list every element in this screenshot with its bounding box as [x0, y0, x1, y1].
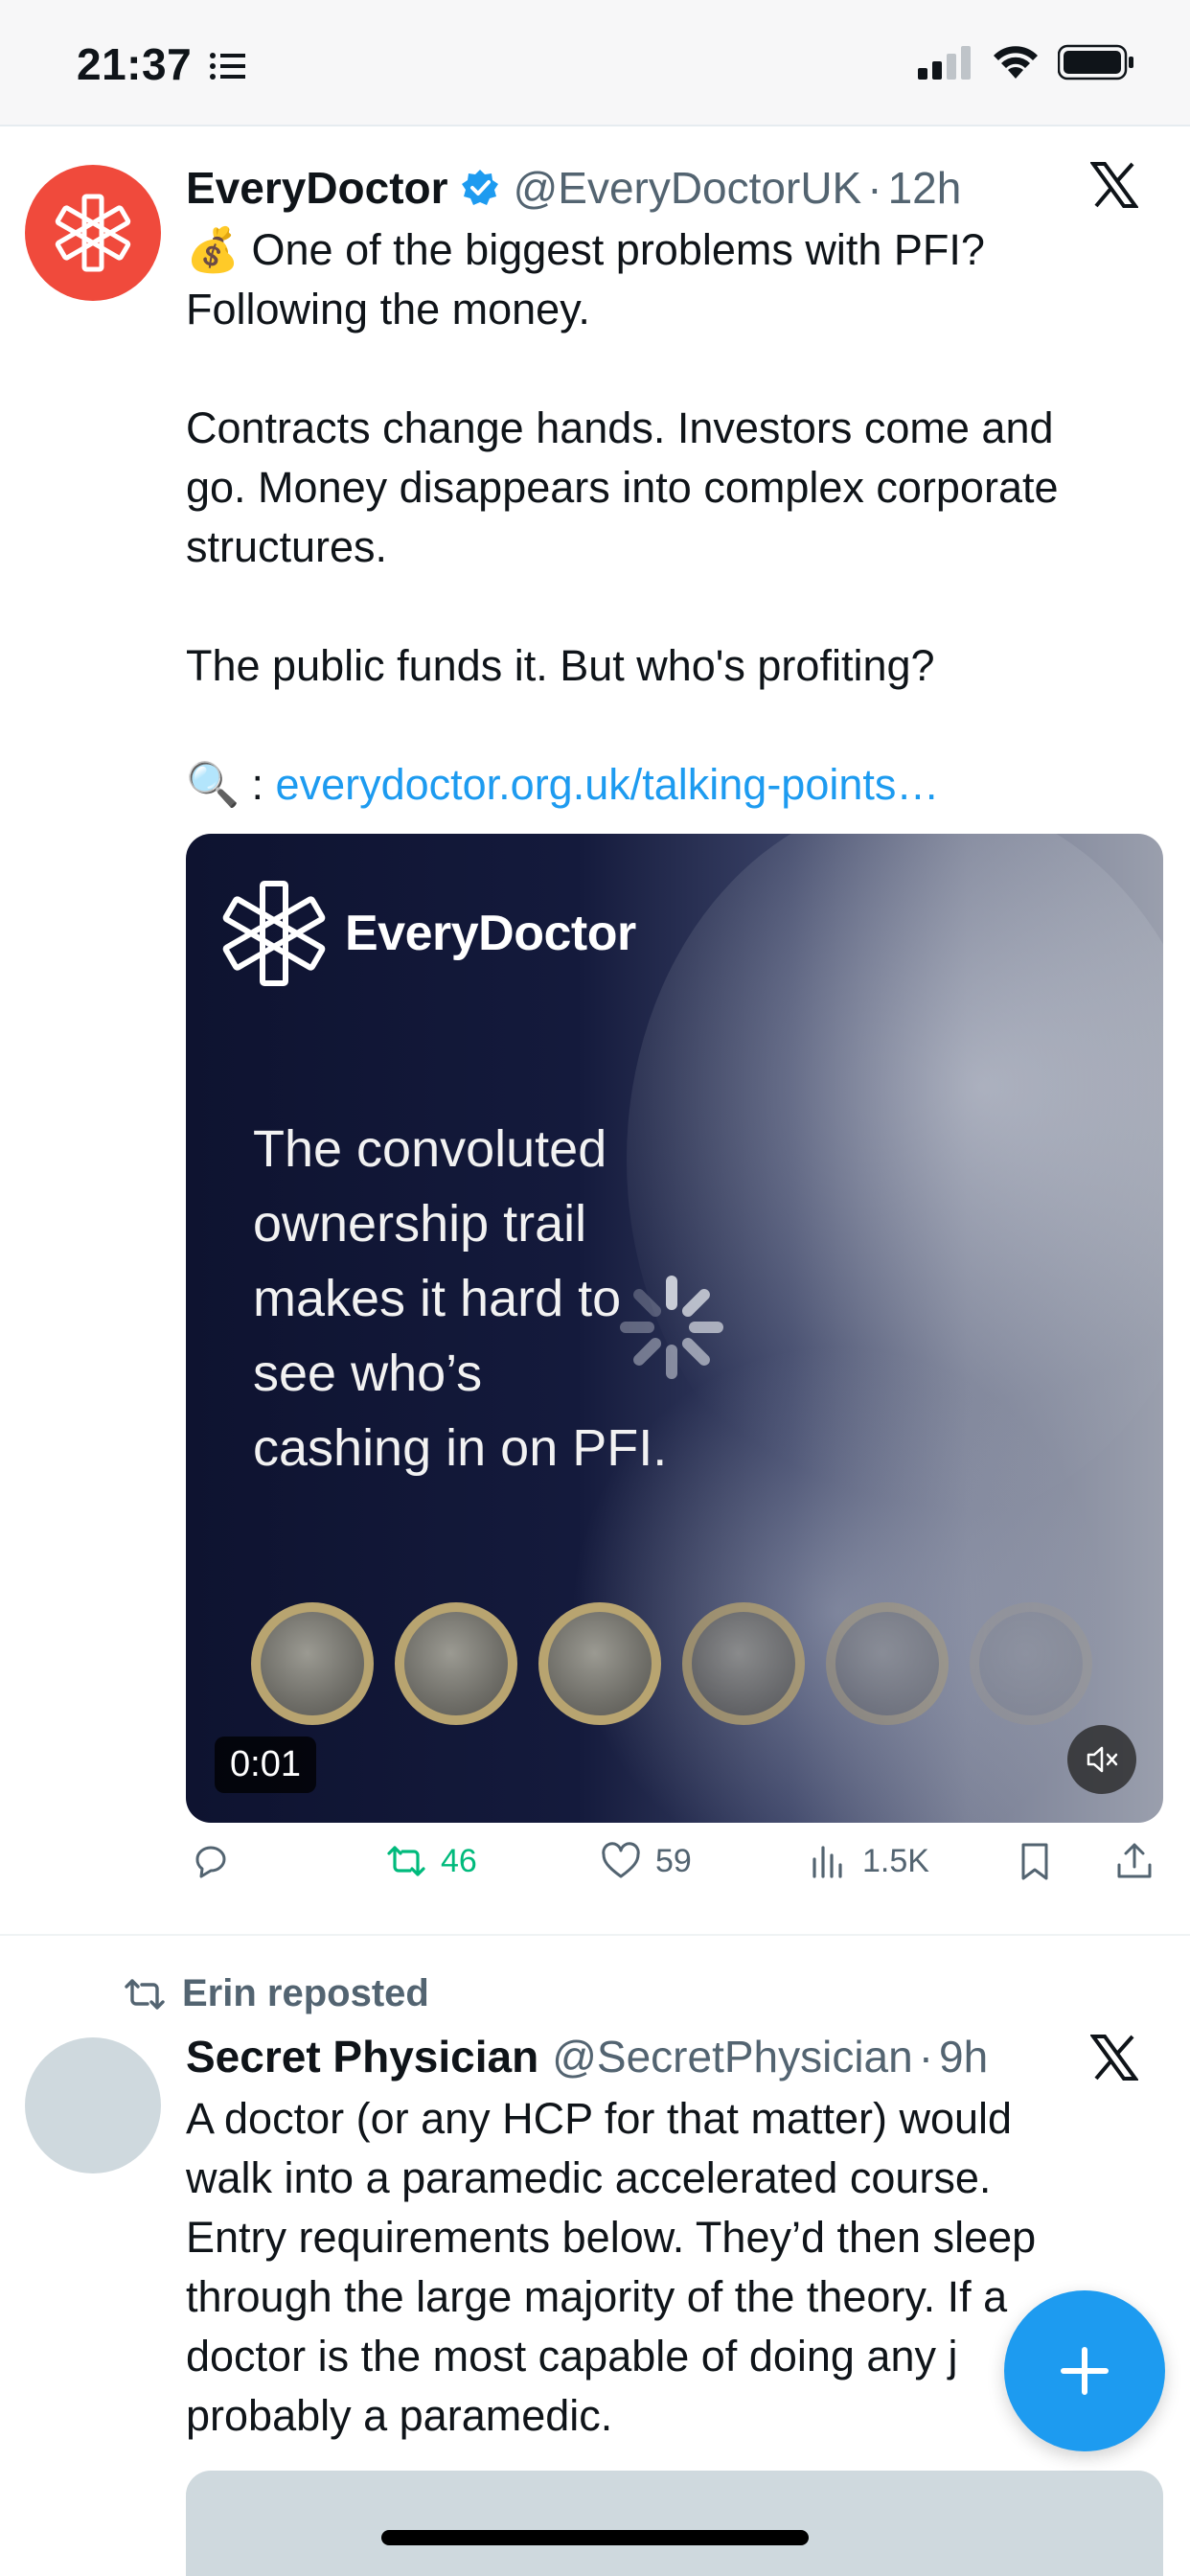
- status-icons: [918, 44, 1134, 80]
- tweet[interactable]: Erin reposted Secret Physician @SecretPh…: [0, 1938, 1190, 2576]
- compose-button[interactable]: [1004, 2290, 1165, 2451]
- view-count: 1.5K: [862, 1842, 929, 1879]
- like-count: 59: [655, 1842, 692, 1879]
- retweet-icon: [125, 1978, 165, 2010]
- status-bar: 21:37: [0, 0, 1190, 126]
- retweet-icon: [387, 1846, 425, 1876]
- tweet-header: Secret Physician @SecretPhysician · 9h: [186, 2028, 988, 2085]
- tweet-link[interactable]: everydoctor.org.uk/talking-points…: [276, 760, 940, 809]
- views-button[interactable]: 1.5K: [807, 1840, 929, 1882]
- loading-spinner-icon: [620, 1276, 723, 1379]
- media-brand-name: EveryDoctor: [345, 906, 636, 961]
- coin-image: [538, 1602, 661, 1725]
- coin-image: [826, 1602, 949, 1725]
- tweet-text-paragraph-2: Contracts change hands. Investors come a…: [186, 403, 1059, 571]
- repost-indicator: Erin reposted: [123, 1972, 429, 2015]
- author-handle[interactable]: @EveryDoctorUK: [514, 159, 862, 217]
- wifi-icon: [994, 46, 1038, 79]
- link-prefix: 🔍 :: [186, 760, 276, 809]
- retweet-count: 46: [441, 1842, 477, 1879]
- author-name[interactable]: EveryDoctor: [186, 159, 448, 217]
- tweet-timestamp[interactable]: 9h: [939, 2028, 988, 2085]
- share-button[interactable]: [1113, 1840, 1156, 1882]
- signal-icon: [918, 46, 971, 80]
- battery-icon: [1058, 44, 1133, 80]
- heart-icon: [602, 1842, 640, 1878]
- status-time: 21:37: [77, 39, 193, 89]
- avatar[interactable]: [25, 2037, 161, 2174]
- plus-icon: [1061, 2347, 1109, 2395]
- tweet-header: EveryDoctor @EveryDoctorUK · 12h: [186, 159, 961, 217]
- everydoctor-logo-icon: [222, 881, 326, 986]
- home-indicator[interactable]: [381, 2530, 809, 2545]
- video-player[interactable]: EveryDoctor The convoluted ownership tra…: [186, 834, 1163, 1823]
- media-placeholder[interactable]: [186, 2471, 1163, 2576]
- mute-button[interactable]: [1067, 1725, 1136, 1794]
- everydoctor-logo-icon: [55, 194, 131, 272]
- bookmark-button[interactable]: [1014, 1840, 1056, 1882]
- coins-row: [251, 1602, 1092, 1725]
- tweet-text-paragraph-1: 💰 One of the biggest problems with PFI? …: [186, 225, 985, 334]
- separator-dot: ·: [918, 2032, 934, 2082]
- tweet[interactable]: EveryDoctor @EveryDoctorUK · 12h 💰 One o…: [0, 128, 1190, 1936]
- video-duration: 0:01: [215, 1736, 316, 1793]
- author-handle[interactable]: @SecretPhysician: [552, 2028, 913, 2085]
- reply-icon: [195, 1846, 226, 1878]
- coin-image: [970, 1602, 1092, 1725]
- bookmark-icon: [1021, 1843, 1048, 1880]
- tweet-text-paragraph-3: The public funds it. But who's profiting…: [186, 641, 935, 690]
- tweet-actions: 46 59 1.5K: [186, 1840, 1163, 1898]
- coin-image: [682, 1602, 805, 1725]
- retweet-button[interactable]: 46: [385, 1840, 477, 1882]
- coin-image: [395, 1602, 517, 1725]
- tweet-link-line: 🔍 : everydoctor.org.uk/talking-points…: [186, 755, 1154, 815]
- media-brand-logo: EveryDoctor: [217, 876, 636, 991]
- analytics-icon: [812, 1846, 842, 1878]
- avatar[interactable]: [25, 165, 161, 301]
- tweet-timestamp[interactable]: 12h: [888, 159, 962, 217]
- verified-badge-icon: [461, 170, 498, 205]
- repost-label[interactable]: Erin reposted: [182, 1972, 429, 2015]
- share-icon: [1117, 1843, 1152, 1878]
- coin-image: [251, 1602, 374, 1725]
- like-button[interactable]: 59: [600, 1840, 692, 1882]
- separator-dot: ·: [867, 163, 882, 213]
- x-logo-icon: [1090, 162, 1138, 208]
- speaker-muted-icon: [1087, 1746, 1118, 1773]
- x-logo-icon: [1090, 2035, 1138, 2081]
- list-icon: [210, 53, 245, 80]
- author-name[interactable]: Secret Physician: [186, 2028, 538, 2085]
- reply-button[interactable]: [190, 1840, 232, 1882]
